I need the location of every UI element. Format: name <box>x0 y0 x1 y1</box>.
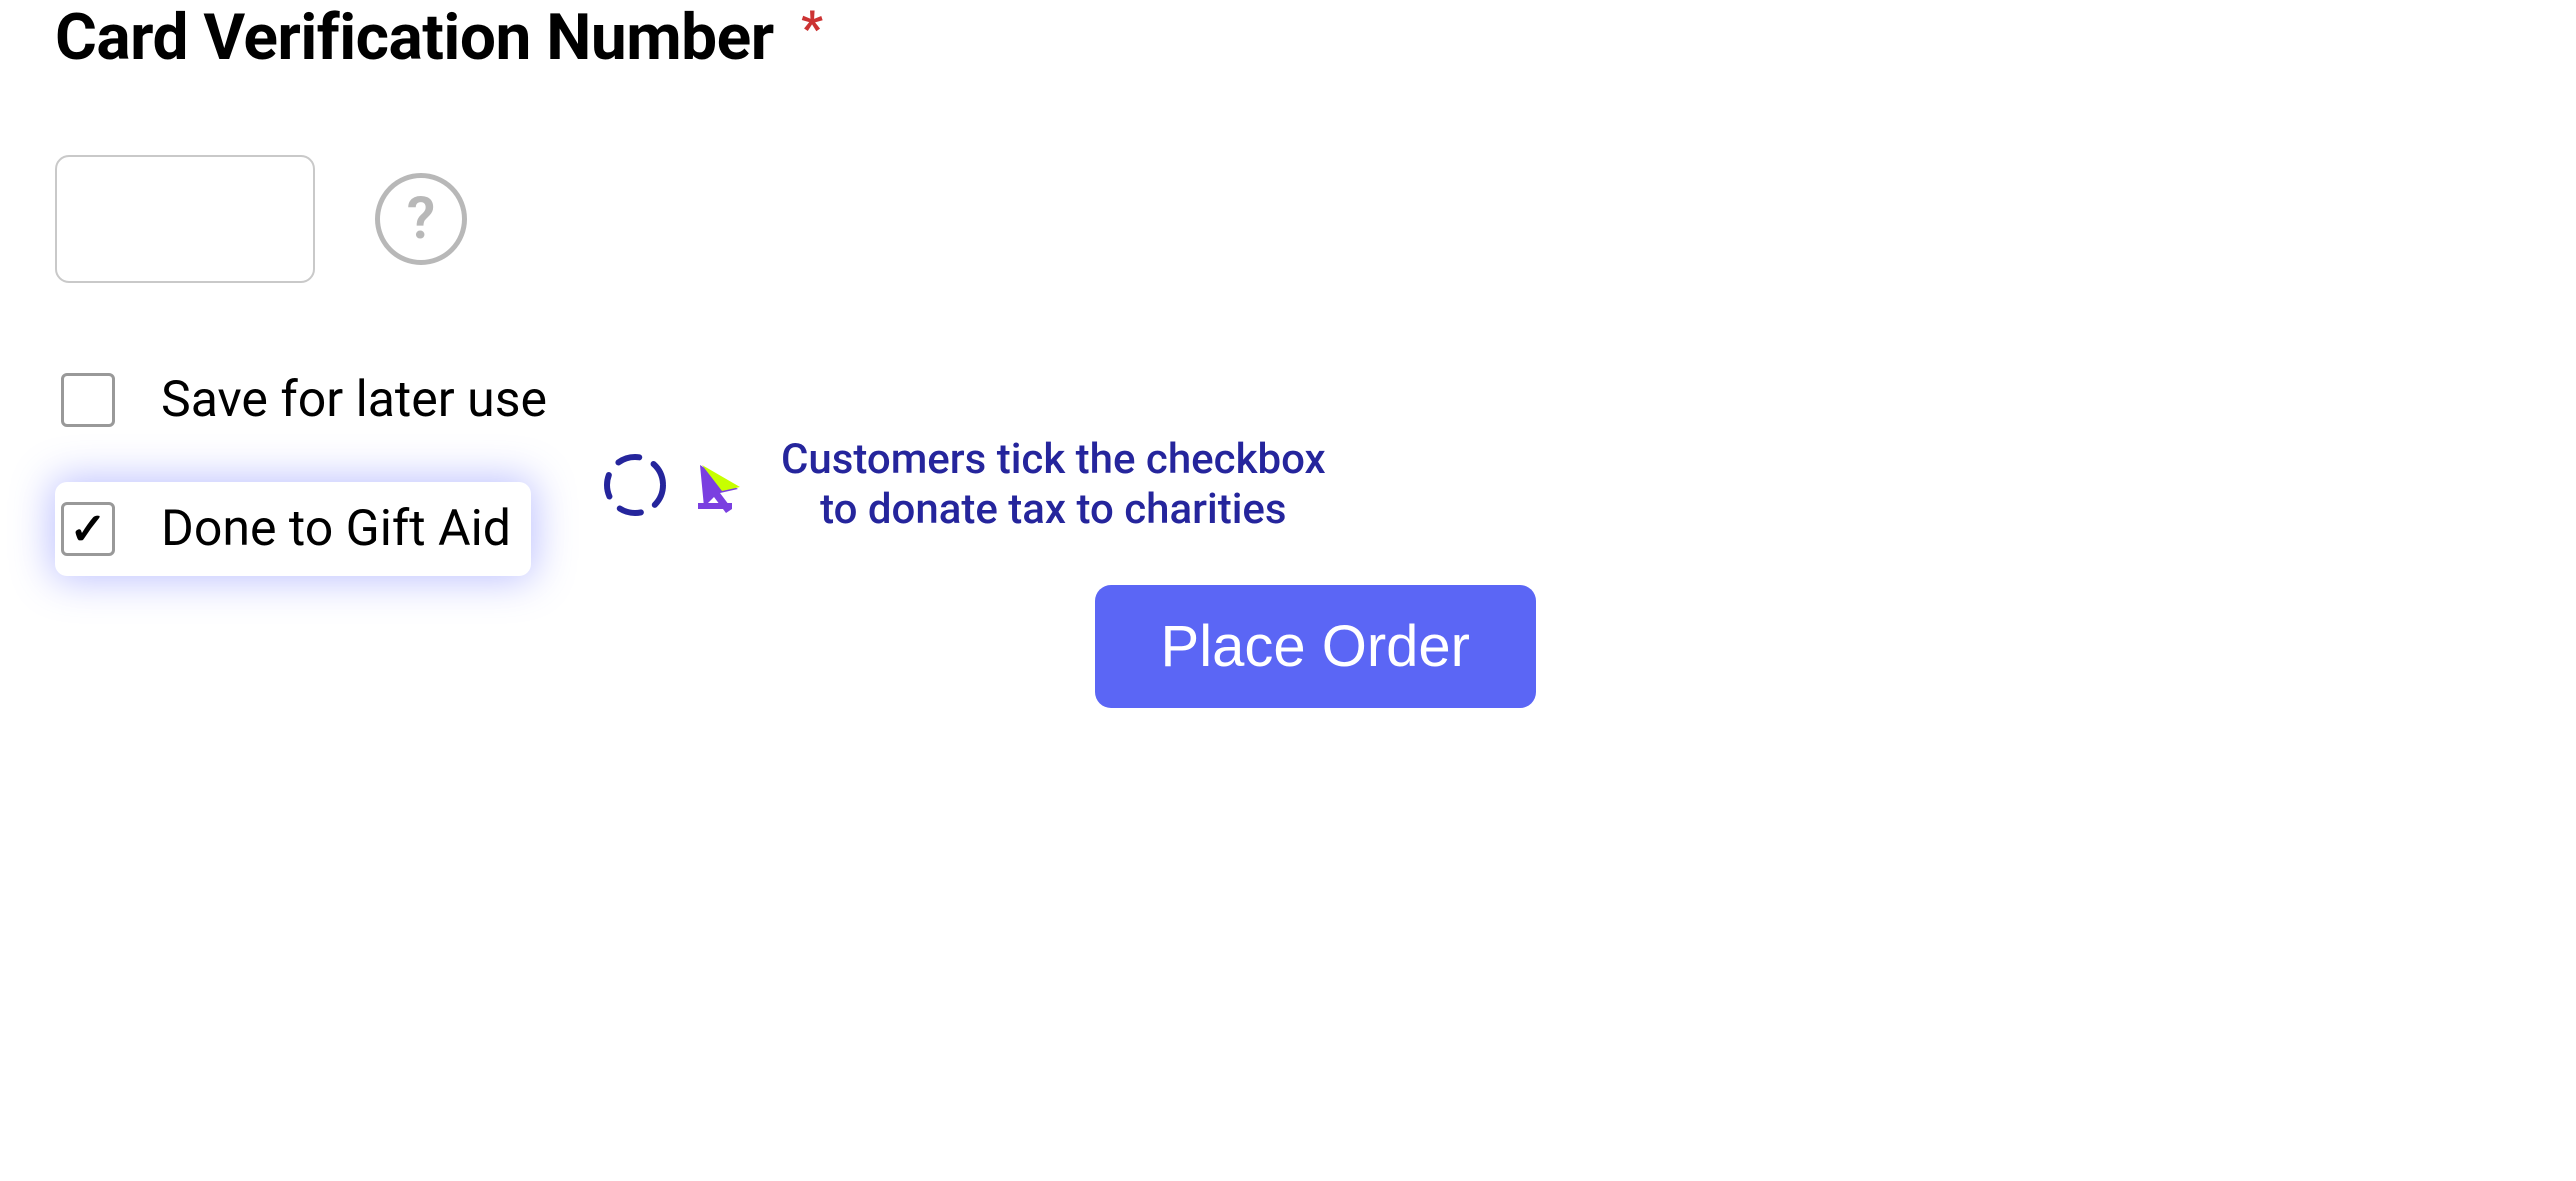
annotation-line-2: to donate tax to charities <box>781 485 1326 535</box>
cvv-input[interactable] <box>55 155 315 283</box>
save-for-later-label: Save for later use <box>161 371 547 429</box>
dashed-circle-icon <box>600 450 670 520</box>
cvv-input-row: ? <box>55 155 2521 283</box>
help-glyph: ? <box>407 185 436 253</box>
gift-aid-label: Done to Gift Aid <box>161 500 511 558</box>
required-asterisk-icon: * <box>801 0 822 57</box>
cvv-section-title: Card Verification Number * <box>55 0 2521 75</box>
save-for-later-checkbox[interactable] <box>61 373 115 427</box>
cvv-title-text: Card Verification Number <box>55 0 774 75</box>
cursor-icon <box>690 457 746 513</box>
annotation-line-1: Customers tick the checkbox <box>781 435 1326 485</box>
help-icon[interactable]: ? <box>375 173 467 265</box>
annotation-callout: Customers tick the checkbox to donate ta… <box>600 435 1326 536</box>
gift-aid-checkbox[interactable] <box>61 502 115 556</box>
place-order-button[interactable]: Place Order <box>1095 585 1536 708</box>
action-button-row: Place Order <box>1095 585 1536 708</box>
gift-aid-row[interactable]: Done to Gift Aid <box>55 482 531 576</box>
save-for-later-row[interactable]: Save for later use <box>55 353 567 447</box>
annotation-text: Customers tick the checkbox to donate ta… <box>781 435 1326 536</box>
